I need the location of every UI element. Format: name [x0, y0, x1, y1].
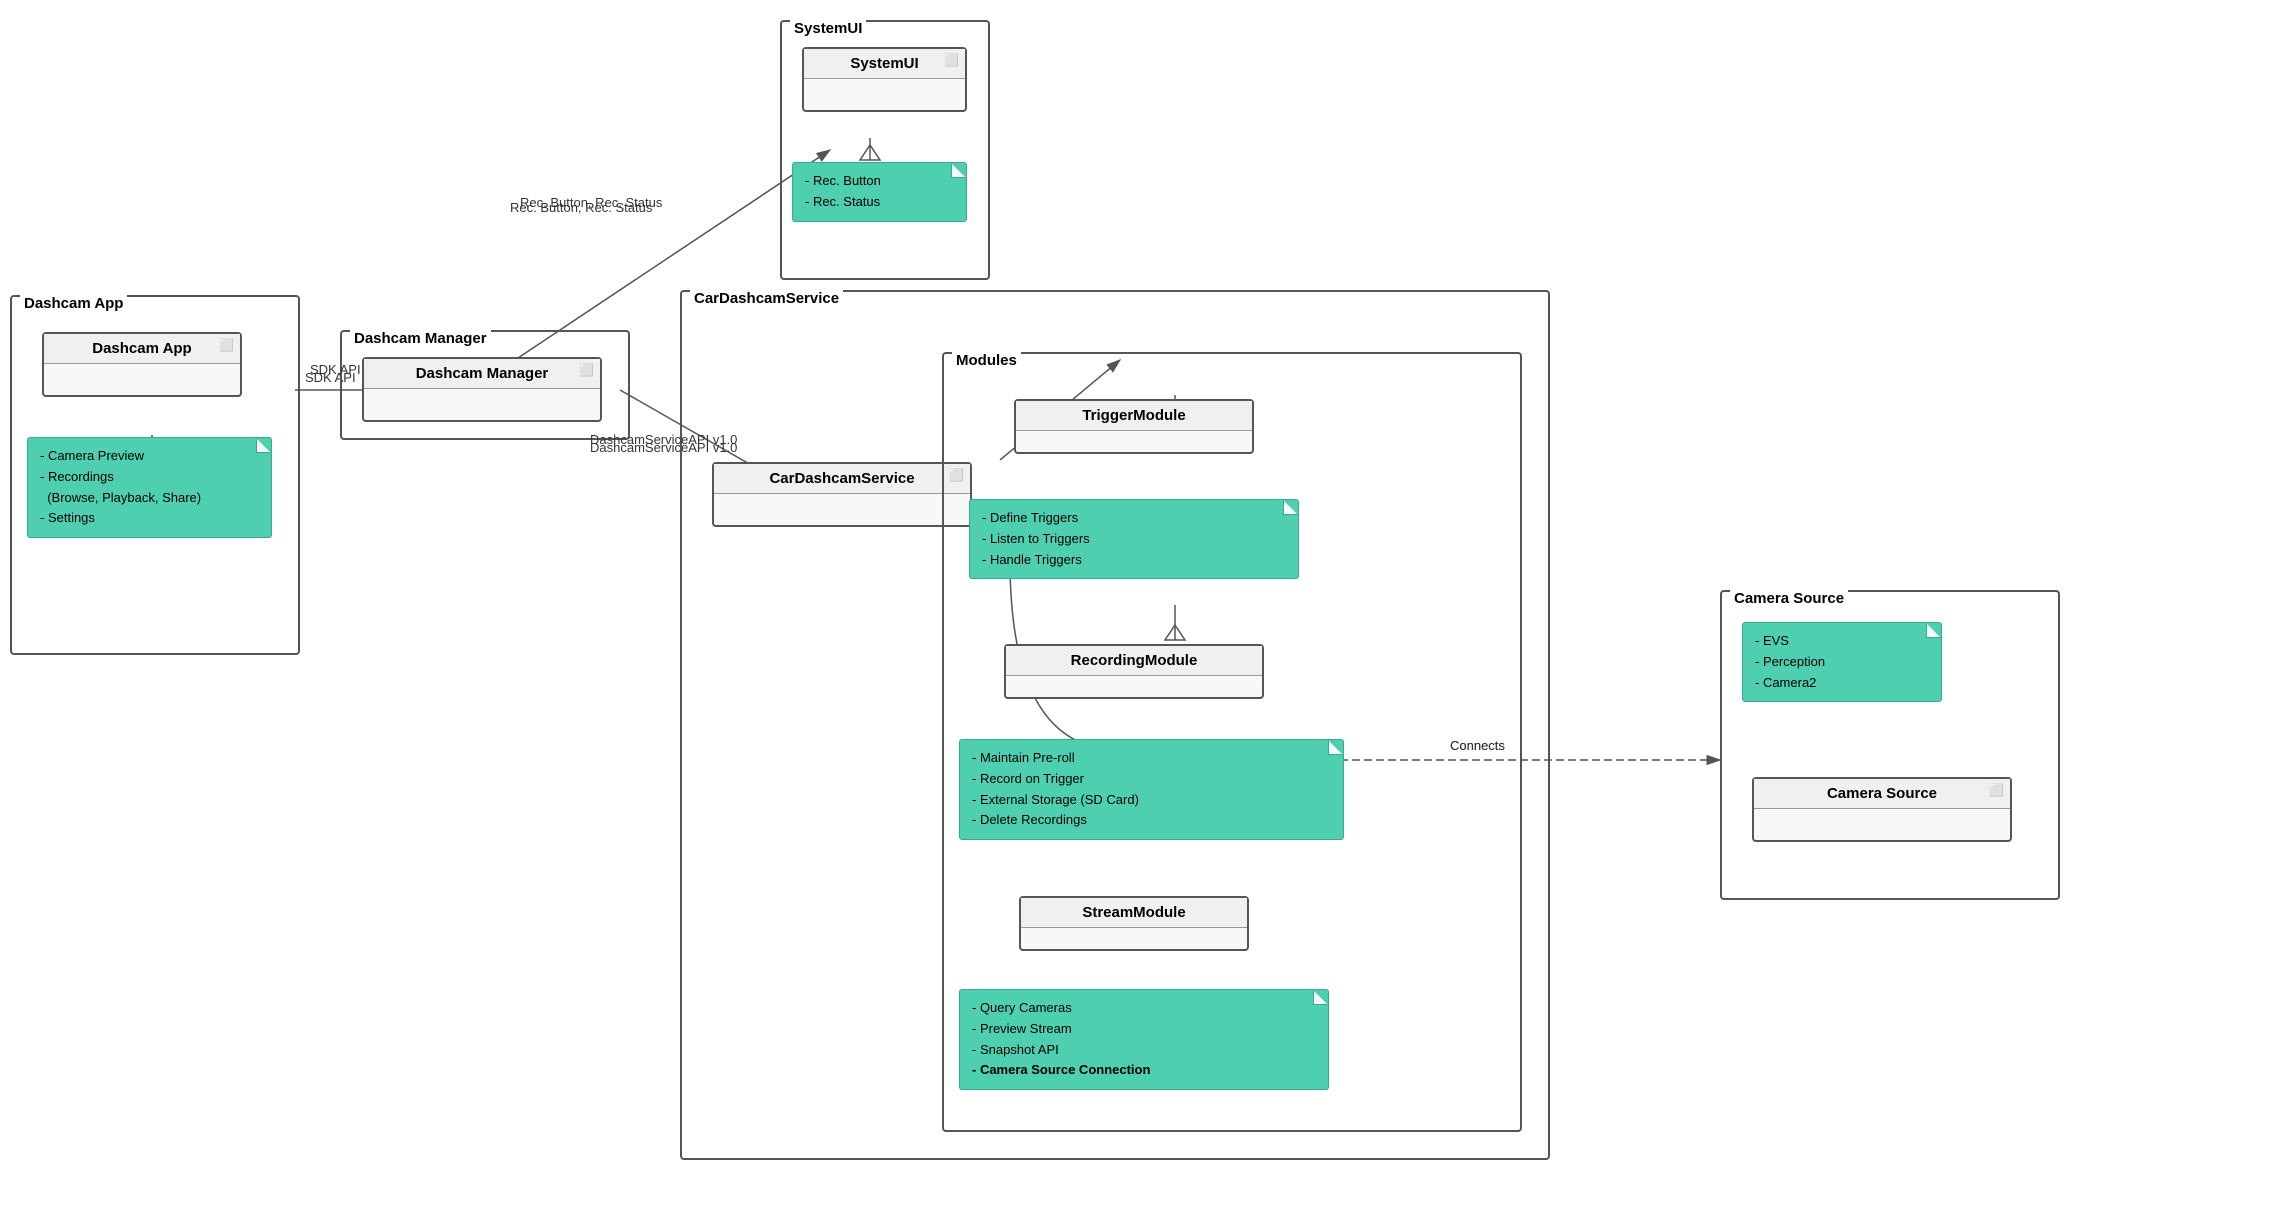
dashcam-app-note: - Camera Preview - Recordings (Browse, P… [27, 437, 272, 538]
stream-note-line2: - Preview Stream [972, 1019, 1316, 1040]
stream-module-note: - Query Cameras - Preview Stream - Snaps… [959, 989, 1329, 1090]
car-dashcam-service-box-title: CarDashcamService [714, 464, 970, 494]
system-ui-note: - Rec. Button - Rec. Status [792, 162, 967, 222]
trigger-module-box: TriggerModule [1014, 399, 1254, 454]
car-dashcam-service-outer-box: CarDashcamService ⬜ CarDashcamService Mo… [680, 290, 1550, 1160]
camera-source-inner-box: ⬜ Camera Source [1752, 777, 2012, 842]
stream-module-box: StreamModule [1019, 896, 1249, 951]
camera-source-box-icon: ⬜ [1989, 783, 2004, 797]
camera-source-outer-label: Camera Source [1730, 590, 1848, 607]
dashcam-service-api-text: DashcamServiceAPI v1.0 [590, 432, 737, 447]
system-ui-inner-box: ⬜ SystemUI [802, 47, 967, 112]
dashcam-manager-box-title: Dashcam Manager [364, 359, 600, 389]
dashcam-manager-box-icon: ⬜ [579, 363, 594, 377]
dashcam-manager-outer-label: Dashcam Manager [350, 330, 491, 347]
dashcam-app-outer-box: Dashcam App ⬜ Dashcam App - Camera Previ… [10, 295, 300, 655]
trigger-note-line2: - Listen to Triggers [982, 529, 1286, 550]
trigger-note-line3: - Handle Triggers [982, 550, 1286, 571]
dashcam-app-outer-label: Dashcam App [20, 295, 127, 312]
camera-source-note-line2: - Perception [1755, 652, 1929, 673]
dashcam-app-note-line2: - Recordings [40, 467, 259, 488]
stream-note-line3: - Snapshot API [972, 1040, 1316, 1061]
system-ui-outer-label: SystemUI [790, 20, 866, 37]
diagram-container: SDK API DashcamServiceAPI v1.0 Rec. Butt… [0, 0, 2286, 1208]
recording-note-line3: - External Storage (SD Card) [972, 790, 1331, 811]
camera-source-outer-box: Camera Source - EVS - Perception - Camer… [1720, 590, 2060, 900]
dashcam-app-box-icon: ⬜ [219, 338, 234, 352]
recording-note-line4: - Delete Recordings [972, 810, 1331, 831]
system-ui-box-title: SystemUI [804, 49, 965, 79]
dashcam-manager-outer-box: Dashcam Manager ⬜ Dashcam Manager [340, 330, 630, 440]
system-ui-box-icon: ⬜ [944, 53, 959, 67]
recording-module-box: RecordingModule [1004, 644, 1264, 699]
stream-note-line1: - Query Cameras [972, 998, 1316, 1019]
system-ui-note-line1: - Rec. Button [805, 171, 954, 192]
system-ui-note-line2: - Rec. Status [805, 192, 954, 213]
dashcam-app-inner-box: ⬜ Dashcam App [42, 332, 242, 397]
camera-source-note: - EVS - Perception - Camera2 [1742, 622, 1942, 702]
dashcam-app-note-line3: (Browse, Playback, Share) [40, 488, 259, 509]
recording-module-note: - Maintain Pre-roll - Record on Trigger … [959, 739, 1344, 840]
modules-outer-label: Modules [952, 352, 1021, 369]
sdk-api-text: SDK API [310, 362, 361, 377]
camera-source-note-line3: - Camera2 [1755, 673, 1929, 694]
dashcam-app-box-title: Dashcam App [44, 334, 240, 364]
car-dashcam-service-inner-box: ⬜ CarDashcamService [712, 462, 972, 527]
modules-outer-box: Modules TriggerModule - Define Triggers … [942, 352, 1522, 1132]
recording-note-line1: - Maintain Pre-roll [972, 748, 1331, 769]
car-dashcam-service-outer-label: CarDashcamService [690, 290, 843, 307]
recording-note-line2: - Record on Trigger [972, 769, 1331, 790]
rec-button-text: Rec. Button, Rec. Status [510, 200, 652, 215]
dashcam-manager-inner-box: ⬜ Dashcam Manager [362, 357, 602, 422]
system-ui-outer-box: SystemUI ⬜ SystemUI - Rec. Button - Rec.… [780, 20, 990, 280]
camera-source-note-line1: - EVS [1755, 631, 1929, 652]
trigger-module-title: TriggerModule [1016, 401, 1252, 431]
stream-module-title: StreamModule [1021, 898, 1247, 928]
recording-module-title: RecordingModule [1006, 646, 1262, 676]
connects-text: Connects [1450, 738, 1505, 753]
dashcam-app-note-line4: - Settings [40, 508, 259, 529]
trigger-module-note: - Define Triggers - Listen to Triggers -… [969, 499, 1299, 579]
camera-source-box-title: Camera Source [1754, 779, 2010, 809]
trigger-note-line1: - Define Triggers [982, 508, 1286, 529]
dashcam-app-note-line1: - Camera Preview [40, 446, 259, 467]
stream-note-line4: - Camera Source Connection [972, 1060, 1316, 1081]
